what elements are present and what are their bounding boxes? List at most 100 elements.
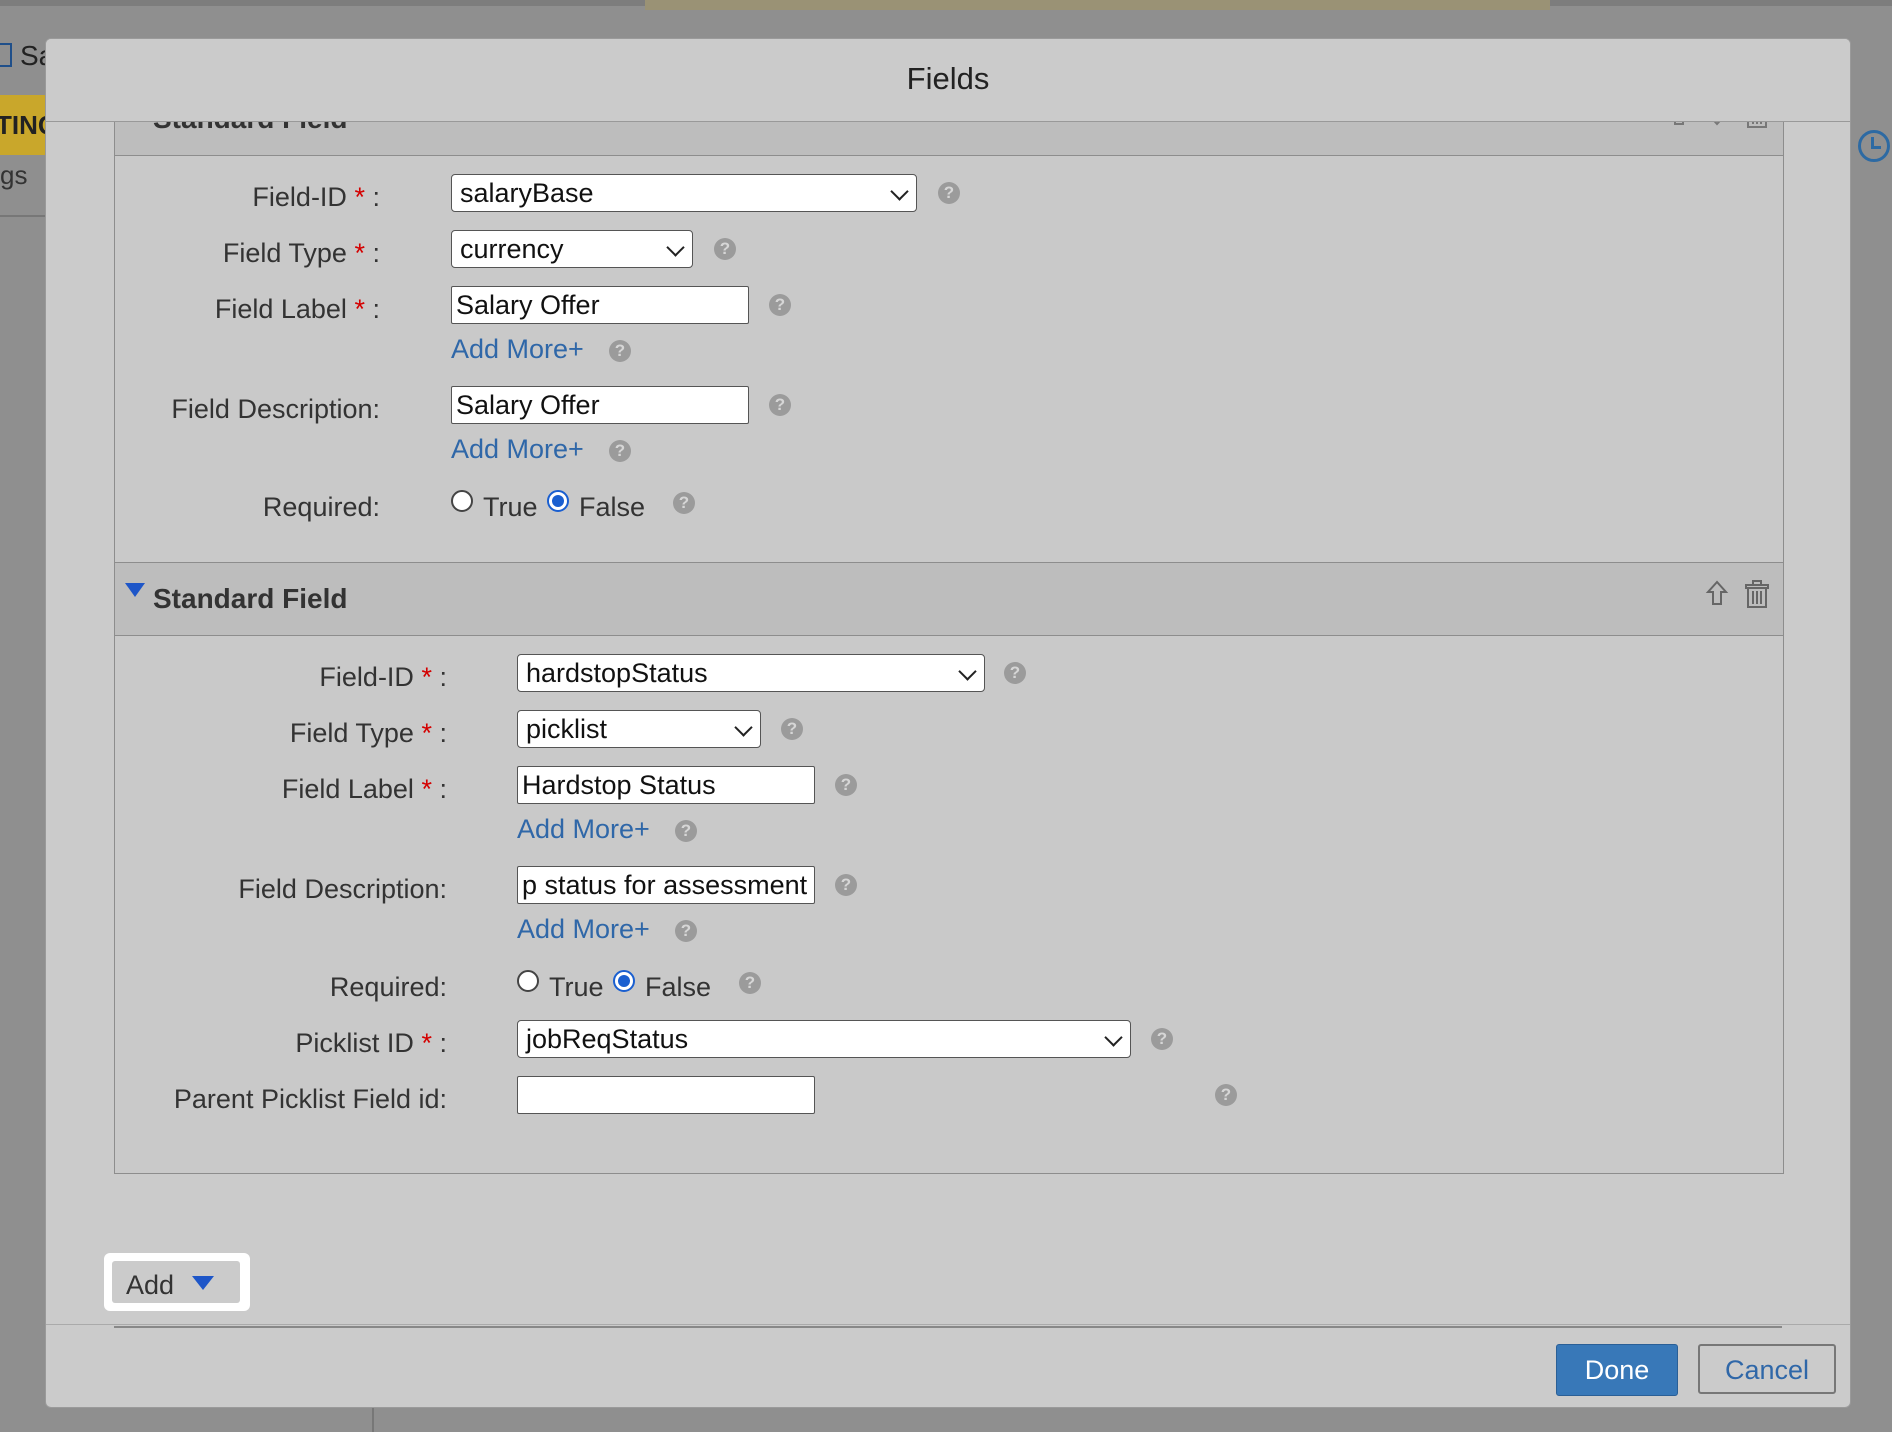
background-side-text: gs [0, 160, 28, 190]
field-id-select[interactable]: hardstopStatus [517, 654, 985, 692]
field-label-input[interactable]: Salary Offer [451, 286, 749, 324]
delete-trash-icon[interactable] [1743, 122, 1771, 129]
history-icon[interactable] [1858, 130, 1890, 162]
move-up-icon[interactable] [1705, 579, 1729, 607]
dialog-title: Fields [906, 61, 990, 96]
field-label-row: Field Label * : Hardstop Status ? [115, 766, 1783, 808]
picklist-id-label: Picklist ID * : [295, 1028, 447, 1058]
cancel-button[interactable]: Cancel [1698, 1344, 1836, 1394]
help-icon[interactable]: ? [1215, 1084, 1237, 1106]
help-icon[interactable]: ? [769, 294, 791, 316]
picklist-id-select[interactable]: jobReqStatus [517, 1020, 1131, 1058]
false-label: False [579, 492, 646, 522]
background-top-bar [0, 0, 1892, 10]
add-button-label: Add [126, 1270, 175, 1300]
field-type-label: Field Type * : [222, 238, 380, 268]
chevron-down-icon [890, 182, 909, 201]
chevron-down-icon [958, 662, 977, 681]
collapse-triangle-icon[interactable] [125, 583, 145, 597]
add-more-link[interactable]: Add More+ [451, 434, 584, 465]
fields-dialog: Fields Standard Field [45, 38, 1851, 1408]
field-description-add-more-row: Add More+ ? [115, 910, 1783, 952]
field-description-row: Field Description: Salary Offer ? [115, 386, 1783, 428]
field-type-row: Field Type * : currency ? [115, 230, 1783, 272]
dialog-body[interactable]: Standard Field Field-ID * : salaryBase [46, 122, 1850, 1362]
picklist-id-row: Picklist ID * : jobReqStatus ? [115, 1020, 1783, 1062]
help-icon[interactable]: ? [609, 340, 631, 362]
section-header[interactable]: Standard Field [115, 122, 1783, 156]
help-icon[interactable]: ? [714, 238, 736, 260]
chevron-down-icon [666, 238, 685, 257]
move-up-icon[interactable] [1667, 122, 1691, 127]
required-label: Required: [262, 492, 380, 522]
delete-trash-icon[interactable] [1743, 579, 1771, 609]
help-icon[interactable]: ? [1004, 662, 1026, 684]
required-false-radio[interactable] [547, 490, 569, 512]
standard-field-section-1: Standard Field Field-ID * : salaryBase [114, 122, 1784, 563]
add-field-button[interactable]: Add [112, 1261, 240, 1303]
help-icon[interactable]: ? [835, 774, 857, 796]
section-title: Standard Field [153, 122, 347, 135]
dialog-footer: Done Cancel [46, 1324, 1850, 1407]
true-label: True [483, 492, 538, 522]
field-description-row: Field Description: p status for assessme… [115, 866, 1783, 908]
field-type-select[interactable]: picklist [517, 710, 761, 748]
chevron-down-icon [734, 718, 753, 737]
help-icon[interactable]: ? [835, 874, 857, 896]
field-id-select[interactable]: salaryBase [451, 174, 917, 212]
field-label-add-more-row: Add More+ ? [115, 810, 1783, 852]
add-more-link[interactable]: Add More+ [517, 914, 650, 945]
add-button-highlight: Add [104, 1253, 250, 1311]
required-false-radio[interactable] [613, 970, 635, 992]
move-down-icon[interactable] [1705, 122, 1729, 127]
help-icon[interactable]: ? [781, 718, 803, 740]
field-type-select[interactable]: currency [451, 230, 693, 268]
field-label-add-more-row: Add More+ ? [115, 330, 1783, 372]
standard-field-section-2: Standard Field Field-ID * : hardstopStat… [114, 562, 1784, 1174]
parent-picklist-row: Parent Picklist Field id: ? [115, 1076, 1783, 1118]
field-description-input[interactable]: p status for assessment [517, 866, 815, 904]
field-id-row: Field-ID * : hardstopStatus ? [115, 654, 1783, 696]
dialog-header: Fields [46, 39, 1850, 122]
required-true-radio[interactable] [517, 970, 539, 992]
help-icon[interactable]: ? [739, 972, 761, 994]
help-icon[interactable]: ? [675, 920, 697, 942]
field-label-label: Field Label * : [214, 294, 380, 324]
help-icon[interactable]: ? [673, 492, 695, 514]
true-label: True [549, 972, 604, 1002]
parent-picklist-input[interactable] [517, 1076, 815, 1114]
done-button[interactable]: Done [1556, 1344, 1678, 1396]
field-description-input[interactable]: Salary Offer [451, 386, 749, 424]
required-row: Required: True False ? [115, 484, 1783, 526]
add-more-link[interactable]: Add More+ [451, 334, 584, 365]
help-icon[interactable]: ? [609, 440, 631, 462]
required-label: Required: [329, 972, 447, 1002]
field-label-row: Field Label * : Salary Offer ? [115, 286, 1783, 328]
required-true-radio[interactable] [451, 490, 473, 512]
field-id-label: Field-ID * : [252, 182, 380, 212]
field-description-add-more-row: Add More+ ? [115, 430, 1783, 472]
field-id-row: Field-ID * : salaryBase ? [115, 174, 1783, 216]
background-highlight [645, 0, 1550, 10]
add-more-link[interactable]: Add More+ [517, 814, 650, 845]
background-status-band: TING [0, 95, 48, 155]
section-header[interactable]: Standard Field [115, 562, 1783, 636]
page-icon [0, 43, 12, 67]
chevron-down-icon [1104, 1028, 1123, 1047]
required-row: Required: True False ? [115, 964, 1783, 1006]
field-label-input[interactable]: Hardstop Status [517, 766, 815, 804]
false-label: False [645, 972, 712, 1002]
field-type-label: Field Type * : [289, 718, 447, 748]
background-divider [0, 215, 48, 217]
help-icon[interactable]: ? [938, 182, 960, 204]
field-type-row: Field Type * : picklist ? [115, 710, 1783, 752]
field-description-label: Field Description: [238, 874, 447, 904]
help-icon[interactable]: ? [769, 394, 791, 416]
parent-picklist-label: Parent Picklist Field id: [173, 1084, 447, 1114]
help-icon[interactable]: ? [675, 820, 697, 842]
field-id-label: Field-ID * : [319, 662, 447, 692]
field-description-label: Field Description: [171, 394, 380, 424]
help-icon[interactable]: ? [1151, 1028, 1173, 1050]
section-title: Standard Field [153, 583, 348, 614]
caret-down-icon [192, 1276, 214, 1290]
